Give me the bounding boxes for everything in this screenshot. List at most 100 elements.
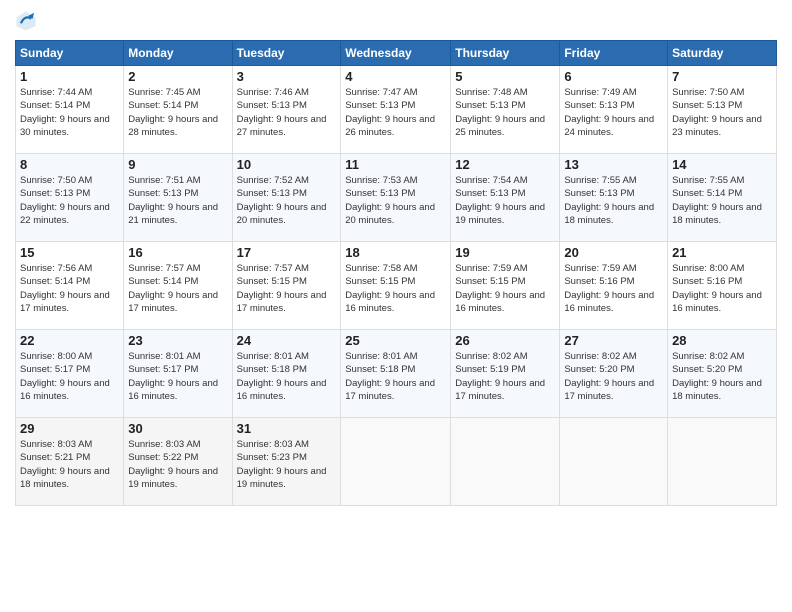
table-row: 20 Sunrise: 7:59 AMSunset: 5:16 PMDayligh…	[560, 242, 668, 330]
table-row: 3 Sunrise: 7:46 AMSunset: 5:13 PMDaylight…	[232, 66, 341, 154]
col-sunday: Sunday	[16, 41, 124, 66]
day-info: Sunrise: 7:52 AMSunset: 5:13 PMDaylight:…	[237, 174, 337, 227]
table-row: 29 Sunrise: 8:03 AMSunset: 5:21 PMDayligh…	[16, 418, 124, 506]
calendar-week-row: 8 Sunrise: 7:50 AMSunset: 5:13 PMDaylight…	[16, 154, 777, 242]
day-info: Sunrise: 7:59 AMSunset: 5:15 PMDaylight:…	[455, 262, 555, 315]
day-number: 5	[455, 69, 555, 84]
day-number: 18	[345, 245, 446, 260]
day-info: Sunrise: 8:02 AMSunset: 5:20 PMDaylight:…	[564, 350, 663, 403]
table-row: 6 Sunrise: 7:49 AMSunset: 5:13 PMDaylight…	[560, 66, 668, 154]
table-row: 30Sunrise: 8:03 AMSunset: 5:22 PMDayligh…	[124, 418, 232, 506]
day-info: Sunrise: 7:55 AMSunset: 5:14 PMDaylight:…	[672, 174, 772, 227]
day-info: Sunrise: 7:51 AMSunset: 5:13 PMDaylight:…	[128, 174, 227, 227]
day-info: Sunrise: 8:03 AMSunset: 5:23 PMDaylight:…	[237, 438, 337, 491]
table-row: 26Sunrise: 8:02 AMSunset: 5:19 PMDayligh…	[451, 330, 560, 418]
day-number: 11	[345, 157, 446, 172]
table-row	[341, 418, 451, 506]
day-info: Sunrise: 7:59 AMSunset: 5:16 PMDaylight:…	[564, 262, 663, 315]
day-info: Sunrise: 7:50 AMSunset: 5:13 PMDaylight:…	[20, 174, 119, 227]
day-number: 15	[20, 245, 119, 260]
day-number: 12	[455, 157, 555, 172]
day-info: Sunrise: 7:53 AMSunset: 5:13 PMDaylight:…	[345, 174, 446, 227]
day-number: 21	[672, 245, 772, 260]
calendar-week-row: 22 Sunrise: 8:00 AMSunset: 5:17 PMDayligh…	[16, 330, 777, 418]
day-number: 1	[20, 69, 119, 84]
table-row: 4 Sunrise: 7:47 AMSunset: 5:13 PMDaylight…	[341, 66, 451, 154]
day-info: Sunrise: 8:01 AMSunset: 5:17 PMDaylight:…	[128, 350, 227, 403]
calendar-table: Sunday Monday Tuesday Wednesday Thursday…	[15, 40, 777, 506]
table-row: 23 Sunrise: 8:01 AMSunset: 5:17 PMDayligh…	[124, 330, 232, 418]
day-info: Sunrise: 7:57 AMSunset: 5:15 PMDaylight:…	[237, 262, 337, 315]
day-info: Sunrise: 8:00 AMSunset: 5:17 PMDaylight:…	[20, 350, 119, 403]
day-number: 24	[237, 333, 337, 348]
table-row: 15 Sunrise: 7:56 AMSunset: 5:14 PMDayligh…	[16, 242, 124, 330]
table-row: 28 Sunrise: 8:02 AMSunset: 5:20 PMDayligh…	[668, 330, 777, 418]
table-row: 31 Sunrise: 8:03 AMSunset: 5:23 PMDayligh…	[232, 418, 341, 506]
day-info: Sunrise: 8:01 AMSunset: 5:18 PMDaylight:…	[345, 350, 446, 403]
col-tuesday: Tuesday	[232, 41, 341, 66]
day-number: 10	[237, 157, 337, 172]
col-wednesday: Wednesday	[341, 41, 451, 66]
calendar-week-row: 1 Sunrise: 7:44 AMSunset: 5:14 PMDaylight…	[16, 66, 777, 154]
day-info: Sunrise: 7:48 AMSunset: 5:13 PMDaylight:…	[455, 86, 555, 139]
day-info: Sunrise: 7:46 AMSunset: 5:13 PMDaylight:…	[237, 86, 337, 139]
day-info: Sunrise: 7:54 AMSunset: 5:13 PMDaylight:…	[455, 174, 555, 227]
calendar-week-row: 15 Sunrise: 7:56 AMSunset: 5:14 PMDayligh…	[16, 242, 777, 330]
day-number: 23	[128, 333, 227, 348]
day-info: Sunrise: 7:56 AMSunset: 5:14 PMDaylight:…	[20, 262, 119, 315]
logo-icon	[15, 10, 37, 32]
day-info: Sunrise: 7:47 AMSunset: 5:13 PMDaylight:…	[345, 86, 446, 139]
day-number: 31	[237, 421, 337, 436]
table-row: 14 Sunrise: 7:55 AMSunset: 5:14 PMDayligh…	[668, 154, 777, 242]
day-number: 6	[564, 69, 663, 84]
table-row: 2 Sunrise: 7:45 AMSunset: 5:14 PMDaylight…	[124, 66, 232, 154]
day-number: 25	[345, 333, 446, 348]
day-number: 20	[564, 245, 663, 260]
table-row: 17Sunrise: 7:57 AMSunset: 5:15 PMDayligh…	[232, 242, 341, 330]
day-info: Sunrise: 8:02 AMSunset: 5:20 PMDaylight:…	[672, 350, 772, 403]
day-number: 29	[20, 421, 119, 436]
day-info: Sunrise: 7:57 AMSunset: 5:14 PMDaylight:…	[128, 262, 227, 315]
day-number: 3	[237, 69, 337, 84]
day-number: 16	[128, 245, 227, 260]
page: Sunday Monday Tuesday Wednesday Thursday…	[0, 0, 792, 612]
day-number: 14	[672, 157, 772, 172]
table-row: 22 Sunrise: 8:00 AMSunset: 5:17 PMDayligh…	[16, 330, 124, 418]
table-row: 9 Sunrise: 7:51 AMSunset: 5:13 PMDaylight…	[124, 154, 232, 242]
calendar-week-row: 29 Sunrise: 8:03 AMSunset: 5:21 PMDayligh…	[16, 418, 777, 506]
day-info: Sunrise: 8:02 AMSunset: 5:19 PMDaylight:…	[455, 350, 555, 403]
table-row: 21 Sunrise: 8:00 AMSunset: 5:16 PMDayligh…	[668, 242, 777, 330]
table-row: 5 Sunrise: 7:48 AMSunset: 5:13 PMDaylight…	[451, 66, 560, 154]
table-row: 8 Sunrise: 7:50 AMSunset: 5:13 PMDaylight…	[16, 154, 124, 242]
day-number: 9	[128, 157, 227, 172]
day-number: 8	[20, 157, 119, 172]
table-row: 11 Sunrise: 7:53 AMSunset: 5:13 PMDayligh…	[341, 154, 451, 242]
day-number: 13	[564, 157, 663, 172]
table-row: 16 Sunrise: 7:57 AMSunset: 5:14 PMDayligh…	[124, 242, 232, 330]
day-number: 27	[564, 333, 663, 348]
day-info: Sunrise: 7:55 AMSunset: 5:13 PMDaylight:…	[564, 174, 663, 227]
table-row: 1 Sunrise: 7:44 AMSunset: 5:14 PMDaylight…	[16, 66, 124, 154]
day-info: Sunrise: 7:45 AMSunset: 5:14 PMDaylight:…	[128, 86, 227, 139]
day-number: 2	[128, 69, 227, 84]
day-info: Sunrise: 8:03 AMSunset: 5:21 PMDaylight:…	[20, 438, 119, 491]
table-row: 7 Sunrise: 7:50 AMSunset: 5:13 PMDaylight…	[668, 66, 777, 154]
day-number: 7	[672, 69, 772, 84]
header	[15, 10, 777, 32]
table-row: 25 Sunrise: 8:01 AMSunset: 5:18 PMDayligh…	[341, 330, 451, 418]
col-friday: Friday	[560, 41, 668, 66]
day-number: 28	[672, 333, 772, 348]
table-row	[451, 418, 560, 506]
day-number: 22	[20, 333, 119, 348]
day-info: Sunrise: 7:49 AMSunset: 5:13 PMDaylight:…	[564, 86, 663, 139]
table-row: 24Sunrise: 8:01 AMSunset: 5:18 PMDayligh…	[232, 330, 341, 418]
day-info: Sunrise: 7:44 AMSunset: 5:14 PMDaylight:…	[20, 86, 119, 139]
day-number: 4	[345, 69, 446, 84]
day-info: Sunrise: 8:00 AMSunset: 5:16 PMDaylight:…	[672, 262, 772, 315]
day-number: 30	[128, 421, 227, 436]
table-row: 13 Sunrise: 7:55 AMSunset: 5:13 PMDayligh…	[560, 154, 668, 242]
day-number: 19	[455, 245, 555, 260]
day-info: Sunrise: 7:58 AMSunset: 5:15 PMDaylight:…	[345, 262, 446, 315]
day-info: Sunrise: 7:50 AMSunset: 5:13 PMDaylight:…	[672, 86, 772, 139]
table-row: 10 Sunrise: 7:52 AMSunset: 5:13 PMDayligh…	[232, 154, 341, 242]
